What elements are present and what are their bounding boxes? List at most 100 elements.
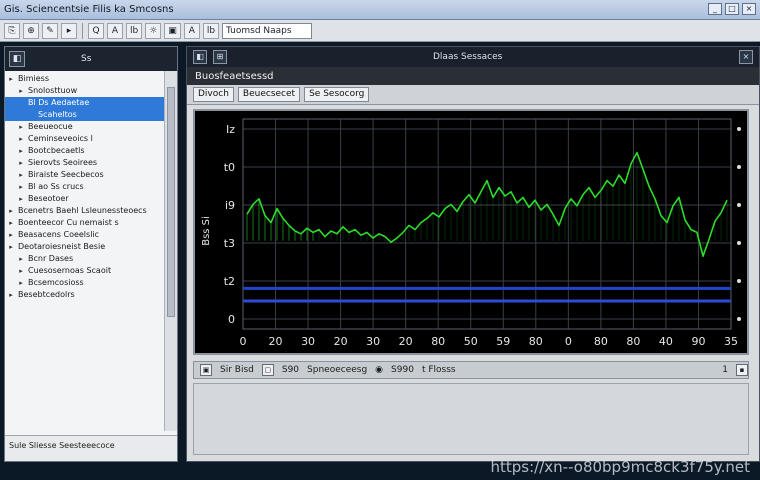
tree-item[interactable]: ▸ Beasacens Coeelslic — [5, 229, 165, 241]
tree-item[interactable]: ▸ Bl ao Ss crucs — [5, 181, 165, 193]
chart-settings-button[interactable]: Se Sesocorg — [304, 87, 370, 102]
main-toolbar: ⎘ ⊕ ✎ ▸ Q A lb ☼ ▣ A lb Tuomsd Naaps — [0, 20, 760, 42]
signal-chart[interactable]: 0 20 30 20 30 20 80 50 59 80 0 80 80 40 90 35 Iz t0 i9 t3 t2… — [193, 109, 749, 355]
chart-mode-button[interactable]: Divoch — [193, 87, 234, 102]
tree-item[interactable]: ▸ Beseotoer — [5, 193, 165, 205]
y-axis-right-marker — [737, 203, 741, 207]
tree-expand-icon[interactable]: ▸ — [17, 169, 25, 181]
x-tick-label: 30 — [301, 335, 315, 348]
output-area — [193, 383, 749, 455]
panel-toggle-icon[interactable]: ◧ — [9, 51, 25, 67]
tree-item[interactable]: ▸ Bootcbecaetls — [5, 145, 165, 157]
tree-item-label: Bl ao Ss crucs — [28, 182, 84, 191]
tree-item[interactable]: ▸ Sierovts Seoirees — [5, 157, 165, 169]
tree-expand-icon[interactable]: ▸ — [17, 121, 25, 133]
label-tool-button[interactable]: lb — [126, 22, 143, 39]
signal-chart-svg: 0 20 30 20 30 20 80 50 59 80 0 80 80 40 90 35 Iz t0 i9 t3 t2… — [195, 111, 747, 353]
chart-window-close-icon[interactable]: × — [739, 50, 753, 64]
tree-expand-icon[interactable]: ▸ — [7, 73, 15, 85]
x-tick-label: 0 — [240, 335, 247, 348]
tree-item-label: Bl Ds Aedaetae — [28, 98, 90, 107]
tree-expand-icon[interactable]: ▸ — [17, 181, 25, 193]
y-tick-label: t3 — [224, 237, 235, 250]
grid-view-icon[interactable]: ⊞ — [213, 50, 227, 64]
x-tick-label: 50 — [464, 335, 478, 348]
tree-expand-icon[interactable]: ▸ — [7, 241, 15, 253]
play-tool-button[interactable]: ▸ — [61, 22, 77, 39]
toolbar-search-field[interactable]: Tuomsd Naaps — [222, 22, 313, 39]
window-menu-icon[interactable]: ◧ — [193, 50, 207, 64]
x-tick-label: 80 — [431, 335, 445, 348]
watermark-url: https://xn--o80bp9mc8ck3f75y.net — [490, 458, 750, 476]
x-tick-label: 80 — [626, 335, 640, 348]
navigator-panel: ◧ Ss ▸ Bimiess ▸ Snolosttuow Bl Ds Aedaetae S… — [4, 46, 178, 462]
tree-expand-icon[interactable]: ▸ — [17, 85, 25, 97]
tree-item-label: Bcnr Dases — [28, 254, 74, 263]
tree-item-label: Beasacens Coeelslic — [18, 230, 100, 239]
status-label: Spneoeceesg — [307, 365, 368, 375]
status-right-value: 1 — [722, 365, 728, 375]
tree-expand-icon[interactable]: ▸ — [17, 157, 25, 169]
tree-expand-icon[interactable]: ▸ — [17, 265, 25, 277]
frame-tool-button[interactable]: ▣ — [164, 22, 181, 39]
tree-expand-icon[interactable]: ▸ — [17, 193, 25, 205]
tree-expand-icon[interactable]: ▸ — [7, 289, 15, 301]
maximize-button[interactable]: □ — [725, 3, 739, 15]
chart-toolbar: Divoch Beuecsecet Se Sesocorg — [187, 85, 759, 105]
copy-tool-button[interactable]: ⎘ — [4, 22, 20, 39]
tree-item[interactable]: ▸ Biraiste Seecbecos — [5, 169, 165, 181]
tree-item[interactable]: ▸ Bimiess — [5, 73, 165, 85]
tree-scrollbar[interactable] — [164, 71, 177, 431]
navigator-header-label: Ss — [81, 54, 92, 64]
tree-item[interactable]: ▸ Bcnr Dases — [5, 253, 165, 265]
tree-item-label: Bcsemcosioss — [28, 278, 84, 287]
tree-item[interactable]: ▸ Boenteecor Cu nemaist s — [5, 217, 165, 229]
tree-expand-icon[interactable]: ▸ — [17, 133, 25, 145]
tree-item[interactable]: ▸ Deotaroiesneist Besie — [5, 241, 165, 253]
edit-tool-button[interactable]: ✎ — [42, 22, 58, 39]
y-tick-label: 0 — [228, 313, 235, 326]
tree-item-label: Boenteecor Cu nemaist s — [18, 218, 119, 227]
tree-item[interactable]: ▸ Bcsemcosioss — [5, 277, 165, 289]
tree-item[interactable]: Scaheltos — [5, 109, 165, 121]
tree-expand-icon[interactable]: ▸ — [17, 145, 25, 157]
tree-scrollbar-thumb[interactable] — [167, 87, 175, 317]
minimize-button[interactable]: _ — [708, 3, 722, 15]
tree-item[interactable]: ▸ Beeueocue — [5, 121, 165, 133]
tree-item-label: Beeueocue — [28, 122, 73, 131]
y-axis-right-marker — [737, 241, 741, 245]
brightness-tool-button[interactable]: ☼ — [145, 22, 162, 39]
text-tool-button[interactable]: A — [107, 22, 123, 39]
label2-tool-button[interactable]: lb — [202, 22, 220, 39]
window-title-bar: Gis. Sciencentsie Filis ka Smcosns _ □ × — [0, 0, 760, 20]
status-menu-icon[interactable]: ▪ — [736, 364, 748, 376]
tree-item-label: Scaheltos — [38, 110, 77, 119]
status-value-2: S90 — [281, 365, 300, 375]
tree-item[interactable]: ▸ Ceminseveoics l — [5, 133, 165, 145]
status-toggle-icon[interactable]: ▣ — [200, 364, 212, 376]
tree-item[interactable]: ▸ Cuesosernoas Scaoit — [5, 265, 165, 277]
x-tick-label: 35 — [724, 335, 738, 348]
tree-item[interactable]: ▸ Snolosttuow — [5, 85, 165, 97]
font-tool-button[interactable]: A — [183, 22, 200, 39]
tree-item-label: Ceminseveoics l — [28, 134, 93, 143]
x-tick-label: 20 — [399, 335, 413, 348]
x-tick-label: 80 — [529, 335, 543, 348]
add-tool-button[interactable]: ⊕ — [23, 22, 39, 39]
close-button[interactable]: × — [742, 3, 756, 15]
tree-item-label: Bcenetrs Baehl Lsleunessteoecs — [18, 206, 147, 215]
layer-tree: ▸ Bimiess ▸ Snolosttuow Bl Ds Aedaetae Scahel… — [5, 71, 165, 431]
tree-expand-icon[interactable]: ▸ — [7, 205, 15, 217]
tree-expand-icon[interactable]: ▸ — [17, 253, 25, 265]
tree-expand-icon[interactable]: ▸ — [7, 217, 15, 229]
query-tool-button[interactable]: Q — [88, 22, 104, 39]
x-tick-label: 0 — [565, 335, 572, 348]
status-checkbox[interactable]: ▢ — [261, 364, 274, 376]
tree-item[interactable]: ▸ Besebtcedolrs — [5, 289, 165, 301]
chart-series-button[interactable]: Beuecsecet — [237, 87, 301, 102]
tree-item[interactable]: ▸ Bcenetrs Baehl Lsleunessteoecs — [5, 205, 165, 217]
tree-item[interactable]: Bl Ds Aedaetae — [5, 97, 165, 109]
tree-expand-icon[interactable]: ▸ — [17, 277, 25, 289]
x-tick-label: 59 — [496, 335, 510, 348]
tree-expand-icon[interactable]: ▸ — [7, 229, 15, 241]
